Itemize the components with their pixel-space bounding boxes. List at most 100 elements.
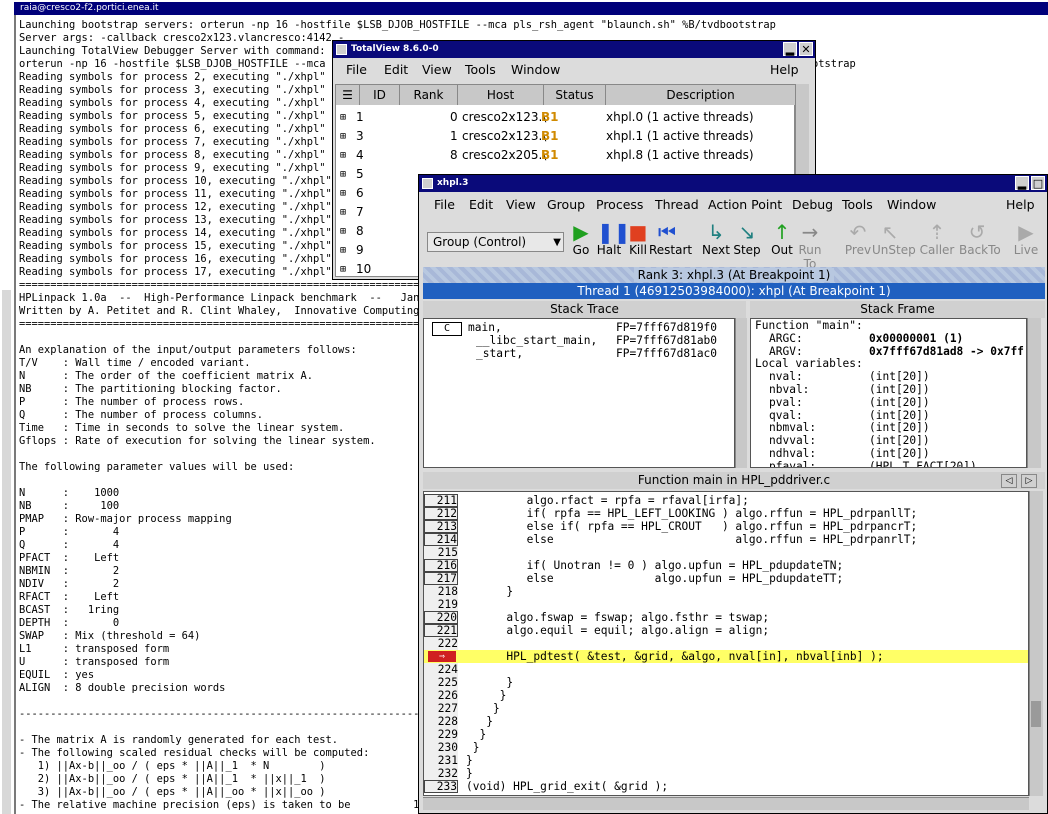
variable-row[interactable]: nbval: (int[20]) xyxy=(755,383,1026,397)
line-number[interactable]: 227 xyxy=(424,702,458,715)
live-button[interactable]: ▶ Live xyxy=(1008,219,1044,257)
source-line[interactable]: 215 xyxy=(424,546,1028,559)
stack-frame-pane[interactable]: Function "main": ARGC: 0x00000001 (1) ARGV… xyxy=(750,318,1027,468)
source-line[interactable]: 222 xyxy=(424,637,1028,650)
stack-trace-row[interactable]: _start, FP=7fff67d81ac0 xyxy=(424,347,734,360)
line-number[interactable]: 233 xyxy=(424,780,458,793)
menu-help[interactable]: Help xyxy=(1006,192,1035,218)
process-row[interactable]: ⊞ 4 8 cresco2x205.\ B1 xhpl.8 (1 active threa… xyxy=(336,146,796,165)
window-menu-icon[interactable] xyxy=(336,44,347,55)
line-number[interactable]: 225 xyxy=(424,676,458,689)
source-line[interactable]: 229 } xyxy=(424,728,1028,741)
source-hscrollbar[interactable] xyxy=(423,797,1029,810)
minimize-icon[interactable]: ▂ xyxy=(1015,176,1029,190)
col-host[interactable]: Host xyxy=(458,85,544,105)
source-line[interactable]: 233 (void) HPL_grid_exit( &grid ); xyxy=(424,780,1028,793)
col-rank[interactable]: Rank xyxy=(400,85,458,105)
forward-arrow-icon[interactable]: ▷ xyxy=(1021,474,1037,488)
menu-window[interactable]: Window xyxy=(887,192,936,218)
line-number[interactable]: 218 xyxy=(424,585,458,598)
line-number[interactable]: 222 xyxy=(424,637,458,650)
window-menu-icon[interactable] xyxy=(422,178,433,189)
source-line[interactable]: 213 else if( rpfa == HPL_CROUT ) algo.rf… xyxy=(424,520,1028,533)
unstep-button[interactable]: ↖ UnStep xyxy=(872,219,916,257)
col-description[interactable]: Description xyxy=(606,85,796,105)
menu-process[interactable]: Process xyxy=(596,192,643,218)
maximize-icon[interactable]: □ xyxy=(1031,176,1045,190)
line-number[interactable]: 228 xyxy=(424,715,458,728)
line-number[interactable]: 212 xyxy=(424,507,458,520)
minimize-icon[interactable]: ▂ xyxy=(783,42,797,56)
menu-file[interactable]: File xyxy=(346,58,367,82)
sort-icon[interactable]: ☰ xyxy=(336,85,360,105)
line-number[interactable]: 213 xyxy=(424,520,458,533)
variable-row[interactable]: pval: (int[20]) xyxy=(755,396,1026,410)
prev-button[interactable]: ↶ Prev xyxy=(840,219,876,257)
process-row[interactable]: ⊞ 1 0 cresco2x123.\ B1 xhpl.0 (1 active threa… xyxy=(336,108,796,127)
close-icon[interactable]: ✕ xyxy=(799,42,813,56)
line-number[interactable]: 232 xyxy=(424,767,458,780)
source-line[interactable]: 224 xyxy=(424,663,1028,676)
line-number[interactable]: 221 xyxy=(424,624,458,637)
variable-row[interactable]: ARGC: 0x00000001 (1) xyxy=(755,332,1026,346)
source-line[interactable]: 223⇒ HPL_pdtest( &test, &grid, &algo, nv… xyxy=(424,650,1028,663)
line-number[interactable]: 217 xyxy=(424,572,458,585)
stack-trace-pane[interactable]: C main, FP=7fff67d819f0 __libc_start_main,… xyxy=(423,318,735,468)
terminal-scrollbar[interactable] xyxy=(2,290,11,814)
plus-expand-icon[interactable]: ⊞ xyxy=(340,146,346,165)
source-line[interactable]: 225 } xyxy=(424,676,1028,689)
source-line[interactable]: 226 } xyxy=(424,689,1028,702)
col-status[interactable]: Status xyxy=(544,85,606,105)
plus-expand-icon[interactable]: ⊞ xyxy=(340,222,346,241)
source-line[interactable]: 232} xyxy=(424,767,1028,780)
menu-action-point[interactable]: Action Point xyxy=(708,192,782,218)
menu-help[interactable]: Help xyxy=(770,58,799,82)
source-scrollbar[interactable] xyxy=(1029,491,1043,796)
caller-button[interactable]: ⇡ Caller xyxy=(919,219,955,257)
restart-button[interactable]: ⏮ Restart xyxy=(649,219,692,257)
stack-trace-scrollbar[interactable] xyxy=(735,318,747,468)
plus-expand-icon[interactable]: ⊞ xyxy=(340,203,346,222)
menu-tools[interactable]: Tools xyxy=(465,58,496,82)
source-scroll-thumb[interactable] xyxy=(1031,701,1041,727)
line-number[interactable]: 220 xyxy=(424,611,458,624)
line-number[interactable]: 226 xyxy=(424,689,458,702)
source-line[interactable]: 212 if( rpfa == HPL_LEFT_LOOKING ) algo.… xyxy=(424,507,1028,520)
menu-tools[interactable]: Tools xyxy=(842,192,873,218)
plus-expand-icon[interactable]: ⊞ xyxy=(340,165,346,184)
source-line[interactable]: 214 else algo.rffun = HPL_pdrpanrlT; xyxy=(424,533,1028,546)
source-line[interactable]: 211 algo.rfact = rpfa = rfaval[irfa]; xyxy=(424,494,1028,507)
col-id[interactable]: ID xyxy=(360,85,400,105)
line-number[interactable]: 230 xyxy=(424,741,458,754)
source-line[interactable]: 228 } xyxy=(424,715,1028,728)
line-number[interactable]: 231 xyxy=(424,754,458,767)
process-row[interactable]: ⊞ 3 1 cresco2x123.\ B1 xhpl.1 (1 active threa… xyxy=(336,127,796,146)
source-line[interactable]: 221 algo.equil = equil; algo.align = ali… xyxy=(424,624,1028,637)
line-number[interactable]: 216 xyxy=(424,559,458,572)
menu-view[interactable]: View xyxy=(422,58,452,82)
stack-trace-row[interactable]: main, FP=7fff67d819f0 xyxy=(424,321,734,334)
stack-frame-scrollbar[interactable] xyxy=(1027,318,1041,468)
variable-row[interactable]: pfaval: (HPL_T_FACT[20]) xyxy=(755,460,1026,467)
line-number[interactable]: 224 xyxy=(424,663,458,676)
menu-edit[interactable]: Edit xyxy=(469,192,493,218)
line-number[interactable]: 215 xyxy=(424,546,458,559)
menu-edit[interactable]: Edit xyxy=(384,58,408,82)
menu-file[interactable]: File xyxy=(434,192,455,218)
plus-expand-icon[interactable]: ⊞ xyxy=(340,184,346,203)
variable-row[interactable]: ARGV: 0x7fff67d81ad8 -> 0x7ff xyxy=(755,345,1026,359)
menu-view[interactable]: View xyxy=(506,192,536,218)
menu-window[interactable]: Window xyxy=(511,58,560,82)
source-line[interactable]: 231} xyxy=(424,754,1028,767)
run-to-button[interactable]: → Run To xyxy=(792,219,828,271)
source-line[interactable]: 219 xyxy=(424,598,1028,611)
step-button[interactable]: ↘ Step xyxy=(729,219,765,257)
plus-expand-icon[interactable]: ⊞ xyxy=(340,108,346,127)
source-pane[interactable]: 211 algo.rfact = rpfa = rfaval[irfa]; 212… xyxy=(423,491,1029,796)
stack-trace-row[interactable]: __libc_start_main, FP=7fff67d81ab0 xyxy=(424,334,734,347)
plus-expand-icon[interactable]: ⊞ xyxy=(340,127,346,146)
source-line[interactable]: 230 } xyxy=(424,741,1028,754)
source-line[interactable]: 216 if( Unotran != 0 ) algo.upfun = HPL_… xyxy=(424,559,1028,572)
menu-thread[interactable]: Thread xyxy=(655,192,699,218)
line-number[interactable]: 219 xyxy=(424,598,458,611)
